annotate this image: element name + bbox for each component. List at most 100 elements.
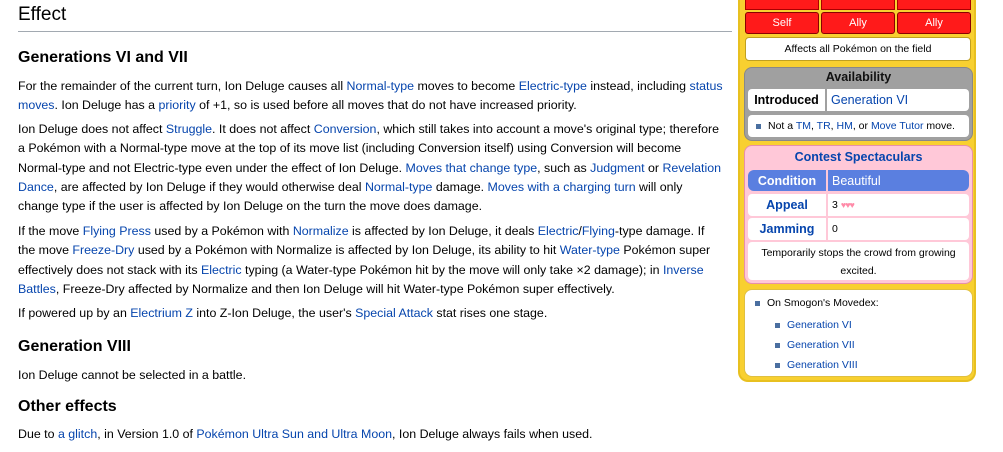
target-description: Affects all Pokémon on the field (745, 37, 971, 61)
jamming-label-link[interactable]: Jamming (748, 218, 826, 240)
text-run: moves to become (414, 79, 519, 93)
inline-link[interactable]: Conversion (314, 122, 377, 136)
inline-link[interactable]: Electric-type (519, 79, 587, 93)
introduced-generation-link[interactable]: Generation VI (831, 93, 908, 107)
smogon-heading: On Smogon's Movedex: (755, 297, 879, 309)
inline-link[interactable]: Electric (538, 224, 579, 238)
inline-link[interactable]: Normal-type (347, 79, 414, 93)
inline-link[interactable]: HM (837, 120, 853, 132)
smogon-box: On Smogon's Movedex: Generation VI Gener… (744, 289, 973, 377)
inline-link[interactable]: Water-type (560, 243, 620, 257)
bullet-icon (755, 300, 760, 306)
appeal-value: 3 (832, 199, 838, 211)
text-run: , such as (537, 160, 591, 175)
inline-link[interactable]: Normalize (293, 224, 349, 238)
range-row (745, 0, 971, 10)
smogon-heading-text: On Smogon's Movedex: (767, 297, 879, 309)
inline-link[interactable]: Special Attack (355, 306, 433, 320)
text-run: Not a (768, 120, 796, 132)
text-run: , Freeze-Dry affected by Normalize and t… (55, 281, 615, 296)
inline-link[interactable]: Flying Press (83, 224, 151, 238)
smogon-gen-8-link[interactable]: Generation VIII (787, 359, 858, 371)
text-run: damage. (432, 179, 488, 194)
text-run: of +1, so is used before all moves that … (195, 98, 577, 113)
subheading-gen-6-7: Generations VI and VII (18, 49, 188, 66)
text-run: If the move (18, 224, 83, 238)
contest-box: Contest Spectaculars Condition Beautiful… (744, 145, 973, 284)
text-run: Ion Deluge cannot be selected in a battl… (18, 368, 247, 382)
text-run: , in Version 1.0 of (97, 427, 197, 441)
text-run: For the remainder of the current turn, I… (18, 79, 347, 93)
paragraph-gen-8: Ion Deluge cannot be selected in a battl… (18, 366, 724, 385)
contest-description: Temporarily stops the crowd from growing… (748, 242, 969, 280)
paragraph-4: If powered up by an Electrium Z into Z-I… (18, 304, 724, 323)
text-run: . It does not affect (212, 122, 314, 136)
smogon-gen-6-link[interactable]: Generation VI (787, 319, 852, 331)
inline-link[interactable]: Electrium Z (130, 306, 193, 320)
bullet-icon (775, 342, 780, 348)
target-cell-ally: Ally (897, 12, 971, 34)
appeal-label-link[interactable]: Appeal (748, 194, 826, 216)
inline-link[interactable]: Judgment (590, 161, 644, 175)
availability-note: Not a TM, TR, HM, or Move Tutor move. (748, 115, 969, 137)
jamming-row: Jamming 0 (748, 218, 969, 240)
text-run: instead, including (586, 79, 690, 93)
smogon-item: Generation VIII (775, 359, 858, 371)
target-cell-self: Self (745, 12, 819, 34)
inline-link[interactable]: Move Tutor (871, 120, 924, 132)
text-run: . Ion Deluge has a (54, 98, 159, 113)
inline-link[interactable]: Pokémon Ultra Sun and Ultra Moon (196, 427, 392, 441)
text-run: , or (852, 120, 871, 132)
text-run: used by a Pokémon with (150, 224, 293, 238)
smogon-item: Generation VII (775, 339, 855, 351)
appeal-row: Appeal 3 ♥♥♥ (748, 194, 969, 216)
availability-title: Availability (825, 70, 892, 84)
smogon-item: Generation VI (775, 319, 852, 331)
inline-link[interactable]: a glitch (58, 427, 97, 441)
text-run: is affected by Ion Deluge, it deals (348, 224, 538, 238)
inline-link[interactable]: priority (159, 98, 196, 112)
inline-link[interactable]: Moves that change type (406, 161, 538, 175)
jamming-value: 0 (828, 218, 969, 240)
section-heading-effect: Effect (18, 4, 732, 32)
condition-value: Beautiful (828, 170, 969, 191)
inline-link[interactable]: Normal-type (365, 180, 432, 194)
bullet-icon (756, 123, 761, 129)
condition-label: Condition (748, 170, 826, 191)
inline-link[interactable]: Moves with a charging turn (488, 180, 636, 194)
range-cell (821, 0, 895, 10)
contest-title-link[interactable]: Contest Spectaculars (745, 146, 972, 167)
text-run: into Z-Ion Deluge, the user's (192, 306, 356, 320)
paragraph-3: If the move Flying Press used by a Pokém… (18, 222, 724, 299)
text-run: , Ion Deluge always fails when used. (392, 427, 593, 441)
heart-icon: ♥♥♥ (840, 200, 855, 210)
inline-link[interactable]: TR (817, 120, 831, 132)
move-infobox: Self Ally Ally Affects all Pokémon on th… (738, 0, 976, 382)
subheading-gen-8: Generation VIII (18, 338, 131, 355)
availability-box: Availability Introduced Generation VI No… (744, 67, 973, 141)
article: Effect Generations VI and VII For the re… (0, 0, 733, 452)
text-run: , are affected by Ion Deluge if they wou… (53, 179, 365, 194)
paragraph-1: For the remainder of the current turn, I… (18, 77, 724, 116)
text-run: or (644, 160, 663, 175)
paragraph-2: Ion Deluge does not affect Struggle. It … (18, 120, 724, 216)
bullet-icon (775, 362, 780, 368)
inline-link[interactable]: Freeze-Dry (72, 243, 134, 257)
paragraph-other-effects: Due to a glitch, in Version 1.0 of Pokém… (18, 425, 724, 444)
inline-link[interactable]: Struggle (166, 122, 212, 136)
text-run: used by a Pokémon with Normalize is affe… (134, 243, 560, 258)
inline-link[interactable]: Electric (201, 263, 242, 277)
availability-note-text: Not a TM, TR, HM, or Move Tutor move. (768, 120, 955, 132)
range-cell (897, 0, 971, 10)
introduced-label: Introduced (748, 89, 825, 111)
subheading-other-effects: Other effects (18, 398, 117, 415)
text-run: Due to (18, 427, 58, 441)
range-cell (745, 0, 819, 10)
inline-link[interactable]: Flying (582, 224, 615, 238)
smogon-gen-7-link[interactable]: Generation VII (787, 339, 855, 351)
inline-link[interactable]: TM (796, 120, 811, 132)
text-run: move. (923, 120, 955, 132)
text-run: If powered up by an (18, 306, 131, 320)
target-cell-ally: Ally (821, 12, 895, 34)
text-run: stat rises one stage. (432, 306, 548, 320)
